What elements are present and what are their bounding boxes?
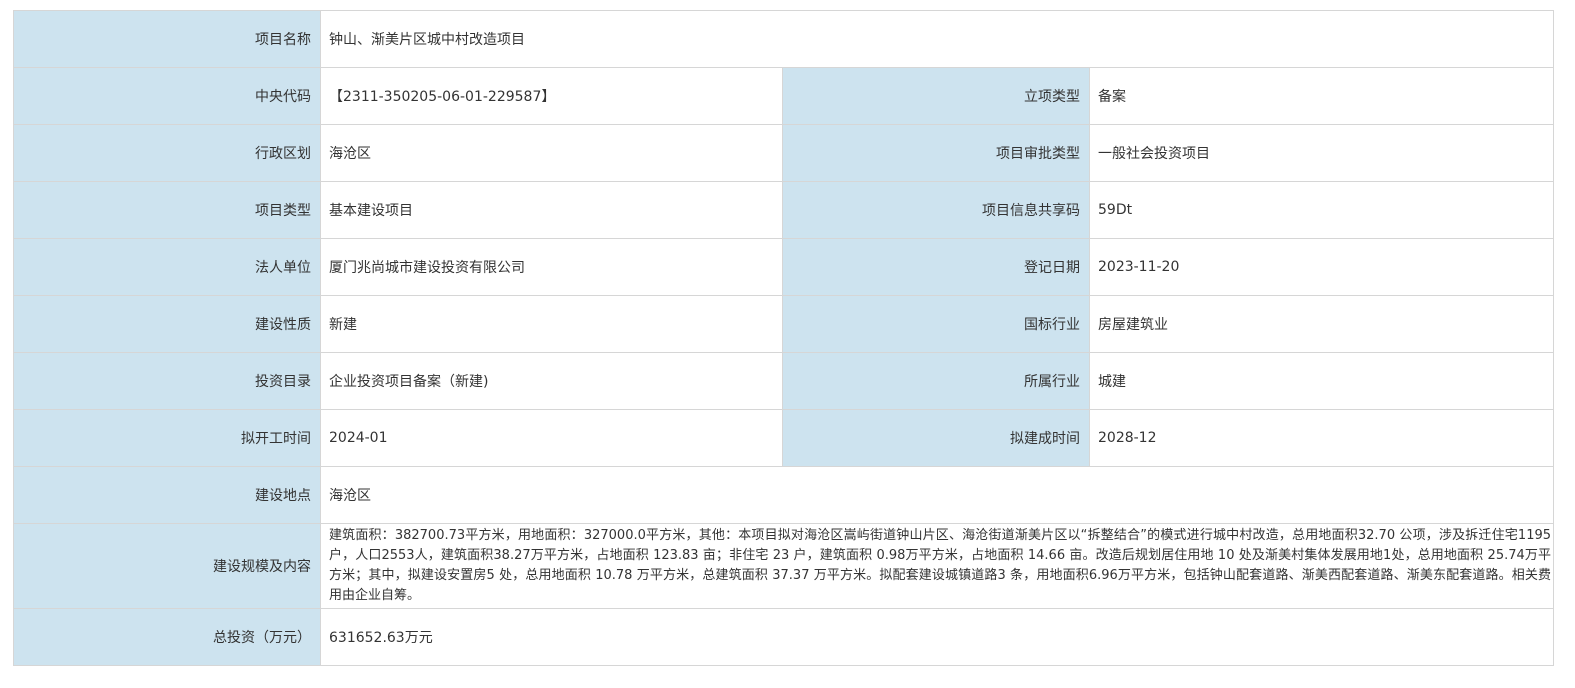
register-date-label: 登记日期: [782, 238, 1090, 296]
project-info-table: 项目名称 钟山、渐美片区城中村改造项目 中央代码 【2311-350205-06…: [13, 10, 1555, 666]
admin-region-label: 行政区划: [13, 124, 321, 182]
project-name-value: 钟山、渐美片区城中村改造项目: [319, 10, 1555, 68]
scale-value: 建筑面积：382700.73平方米，用地面积：327000.0平方米，其他：本项…: [319, 523, 1555, 609]
construction-nature-label: 建设性质: [13, 295, 321, 353]
register-date-value: 2023-11-20: [1088, 238, 1555, 296]
central-code-label: 中央代码: [13, 67, 321, 125]
review-type-value: 一般社会投资项目: [1088, 124, 1555, 182]
investment-catalog-value: 企业投资项目备案（新建): [320, 352, 783, 410]
investment-catalog-label: 投资目录: [13, 352, 321, 410]
approval-type-value: 备案: [1088, 67, 1555, 125]
share-code-value: 59Dt: [1088, 181, 1555, 239]
national-industry-value: 房屋建筑业: [1088, 295, 1555, 353]
table-row: 法人单位 厦门兆尚城市建设投资有限公司 登记日期 2023-11-20: [13, 238, 1555, 296]
share-code-label: 项目信息共享码: [782, 181, 1090, 239]
approval-type-label: 立项类型: [782, 67, 1090, 125]
table-row: 建设性质 新建 国标行业 房屋建筑业: [13, 295, 1555, 353]
table-row: 建设规模及内容 建筑面积：382700.73平方米，用地面积：327000.0平…: [13, 523, 1555, 609]
table-row: 建设地点 海沧区: [13, 466, 1555, 524]
table-row: 投资目录 企业投资项目备案（新建) 所属行业 城建: [13, 352, 1555, 410]
project-type-label: 项目类型: [13, 181, 321, 239]
legal-entity-label: 法人单位: [13, 238, 321, 296]
construction-nature-value: 新建: [320, 295, 783, 353]
admin-region-value: 海沧区: [320, 124, 783, 182]
legal-entity-value: 厦门兆尚城市建设投资有限公司: [320, 238, 783, 296]
total-investment-label: 总投资（万元）: [13, 608, 321, 666]
start-time-value: 2024-01: [320, 409, 783, 467]
national-industry-label: 国标行业: [782, 295, 1090, 353]
location-value: 海沧区: [319, 466, 1555, 524]
table-row: 项目名称 钟山、渐美片区城中村改造项目: [13, 10, 1555, 68]
central-code-value: 【2311-350205-06-01-229587】: [320, 67, 783, 125]
project-name-label: 项目名称: [13, 10, 321, 68]
table-row: 行政区划 海沧区 项目审批类型 一般社会投资项目: [13, 124, 1555, 182]
table-row: 总投资（万元） 631652.63万元: [13, 608, 1555, 666]
table-row: 中央代码 【2311-350205-06-01-229587】 立项类型 备案: [13, 67, 1555, 125]
finish-time-label: 拟建成时间: [782, 409, 1090, 467]
table-row: 拟开工时间 2024-01 拟建成时间 2028-12: [13, 409, 1555, 467]
location-label: 建设地点: [13, 466, 321, 524]
industry-label: 所属行业: [782, 352, 1090, 410]
scale-label: 建设规模及内容: [13, 523, 321, 609]
industry-value: 城建: [1088, 352, 1555, 410]
start-time-label: 拟开工时间: [13, 409, 321, 467]
finish-time-value: 2028-12: [1088, 409, 1555, 467]
table-row: 项目类型 基本建设项目 项目信息共享码 59Dt: [13, 181, 1555, 239]
total-investment-value: 631652.63万元: [319, 608, 1555, 666]
project-type-value: 基本建设项目: [320, 181, 783, 239]
review-type-label: 项目审批类型: [782, 124, 1090, 182]
